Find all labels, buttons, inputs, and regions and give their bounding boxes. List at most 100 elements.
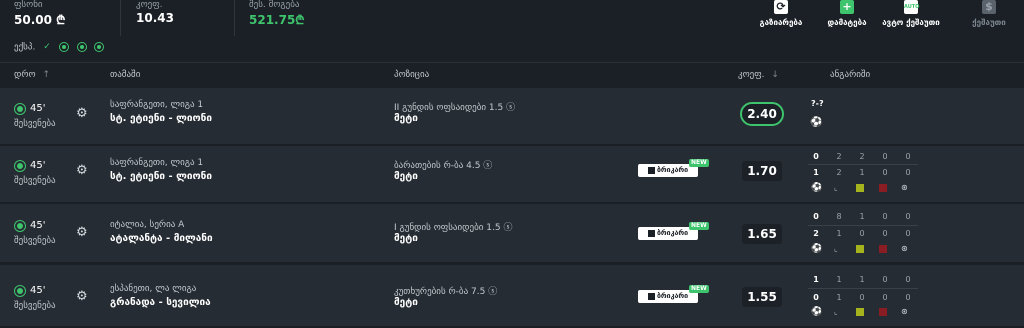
bricari-icon xyxy=(647,292,655,300)
red-card-icon xyxy=(879,184,887,192)
gear-icon[interactable]: ⚙ xyxy=(76,225,88,240)
score-cell: 0 xyxy=(882,229,888,238)
add-button[interactable]: + დამატება xyxy=(812,0,882,34)
odds-stat: კოეფ. 10.43 xyxy=(136,0,235,36)
status-dot-icon[interactable] xyxy=(76,42,87,52)
market-name: ბარათების რ-ბა 4.5 ⓢ xyxy=(394,161,493,171)
corner-icon: ⌞ xyxy=(834,307,838,316)
table-row[interactable]: 45' შესვენება ⚙ საფრანგეთი, ლიგა 1 სტ. ე… xyxy=(0,88,1024,146)
stake-value: 50.00 ₾ xyxy=(14,13,66,27)
unknown-score: ?-? xyxy=(811,99,824,108)
score-cell: 0 xyxy=(859,229,865,238)
check-icon: ✓ xyxy=(43,42,51,52)
ball-icon: ⚽ xyxy=(810,117,823,128)
score-cell: 2 xyxy=(836,152,842,161)
yellow-card-icon xyxy=(856,184,864,192)
teams[interactable]: სტ. ეტიენი - ლიონი xyxy=(110,113,212,124)
league-name: ესპანეთი, ლა ლიგა xyxy=(110,284,197,294)
column-date[interactable]: დრო ↑ xyxy=(14,70,50,80)
gear-icon[interactable]: ⚙ xyxy=(76,163,88,178)
live-icon xyxy=(14,285,26,297)
odd-value: 1.70 xyxy=(742,161,782,181)
odd-value: 1.55 xyxy=(742,287,782,307)
score-cell: 0 xyxy=(905,293,911,302)
pick-name: მეტი xyxy=(394,233,418,244)
share-button[interactable]: ⟳ გაზიარება xyxy=(746,0,816,34)
column-odd-label: კოეფ. xyxy=(738,70,765,80)
score-cell: 8 xyxy=(836,212,842,221)
bricari-label: ბრიკარი xyxy=(656,166,689,174)
dollar-icon: $ xyxy=(982,0,996,14)
express-filter: ექსპ. ✓ xyxy=(14,42,105,53)
table-row[interactable]: 45' შესვენება ⚙ საფრანგეთი, ლიგა 1 სტ. ე… xyxy=(0,146,1024,204)
pick-name: მეტი xyxy=(394,113,418,124)
ball-icon: ⚽ xyxy=(811,307,823,317)
ball-icon: ⚽ xyxy=(811,183,823,193)
gear-icon[interactable]: ⚙ xyxy=(76,106,88,121)
penalty-icon: ⊛ xyxy=(901,307,908,316)
teams[interactable]: სტ. ეტიენი - ლიონი xyxy=(110,171,212,182)
red-card-icon xyxy=(879,308,887,316)
match-minute: 45' xyxy=(30,160,46,171)
score-cell: 0 xyxy=(813,293,819,302)
column-odd[interactable]: კოეფ. ↓ xyxy=(738,70,779,80)
express-label: ექსპ. xyxy=(14,42,36,53)
column-event: თამაში xyxy=(110,70,141,80)
score-cell: 0 xyxy=(813,152,819,161)
bricari-icon xyxy=(647,229,655,237)
market-name: II გუნდის ოფსაიდები 1.5 ⓢ xyxy=(394,103,516,113)
table-row[interactable]: 45' შესვენება ⚙ ესპანეთი, ლა ლიგა გრანად… xyxy=(0,265,1024,326)
share-label: გაზიარება xyxy=(759,18,803,27)
new-badge: NEW xyxy=(689,222,709,230)
column-date-label: დრო xyxy=(14,70,36,80)
gear-icon[interactable]: ⚙ xyxy=(76,289,88,304)
plus-icon: + xyxy=(840,0,854,14)
auto-cashout-label: ავტო ქეშაუთი xyxy=(882,18,940,27)
score-divider xyxy=(808,164,918,165)
teams[interactable]: ატალანტა - მილანი xyxy=(110,233,213,244)
odd-value: 1.65 xyxy=(742,224,782,244)
cashout-button[interactable]: $ ქეშაუთი xyxy=(954,0,1024,34)
match-minute: 45' xyxy=(30,285,46,296)
possible-win-label: შეს. მოგება xyxy=(249,0,300,10)
score-cell: 0 xyxy=(859,293,865,302)
score-cell: 1 xyxy=(813,275,819,284)
score-cell: 0 xyxy=(882,275,888,284)
match-status: შესვენება xyxy=(14,119,56,129)
score-cell: 0 xyxy=(813,212,819,221)
new-badge: NEW xyxy=(689,285,709,293)
status-dot-icon[interactable] xyxy=(58,42,69,52)
table-row[interactable]: 45' შესვენება ⚙ იტალია, სერია A ატალანტა… xyxy=(0,204,1024,264)
score-cell: 1 xyxy=(836,229,842,238)
possible-win-stat: შეს. მოგება 521.75₾ xyxy=(249,0,359,36)
column-stats: ანგარიში xyxy=(830,70,871,80)
league-name: საფრანგეთი, ლიგა 1 xyxy=(110,100,204,110)
pick-name: მეტი xyxy=(394,297,418,308)
auto-cashout-button[interactable]: AUTO ავტო ქეშაუთი xyxy=(876,0,946,34)
table-header: დრო ↑ თამაში პოზიცია კოეფ. ↓ ანგარიში xyxy=(0,62,1024,87)
score-cell: 0 xyxy=(905,152,911,161)
bricari-label: ბრიკარი xyxy=(656,229,689,237)
status-dot-icon[interactable] xyxy=(94,42,105,52)
match-status: შესვენება xyxy=(14,301,56,311)
pick-name: მეტი xyxy=(394,171,418,182)
score-cell: 0 xyxy=(905,229,911,238)
bricari-label: ბრიკარი xyxy=(656,292,689,300)
new-badge: NEW xyxy=(689,159,709,167)
live-icon xyxy=(14,103,26,115)
summary-bar: ფსონი 50.00 ₾ კოეფ. 10.43 შეს. მოგება 52… xyxy=(0,0,1024,36)
score-cell: 0 xyxy=(882,212,888,221)
market-name: კუთხურების რ-ბა 7.5 ⓢ xyxy=(394,287,498,297)
score-cell: 1 xyxy=(836,293,842,302)
score-cell: 2 xyxy=(813,229,819,238)
match-status: შესვენება xyxy=(14,236,56,246)
score-divider xyxy=(808,225,918,226)
column-position: პოზიცია xyxy=(394,70,430,80)
add-label: დამატება xyxy=(827,18,867,27)
bricari-icon xyxy=(647,166,655,174)
sort-down-icon: ↓ xyxy=(771,70,779,80)
teams[interactable]: გრანადა - სევილია xyxy=(110,297,211,308)
match-minute: 45' xyxy=(30,220,46,231)
market-name: I გუნდის ოფსაიდები 1.5 ⓢ xyxy=(394,223,513,233)
league-name: იტალია, სერია A xyxy=(110,220,185,230)
